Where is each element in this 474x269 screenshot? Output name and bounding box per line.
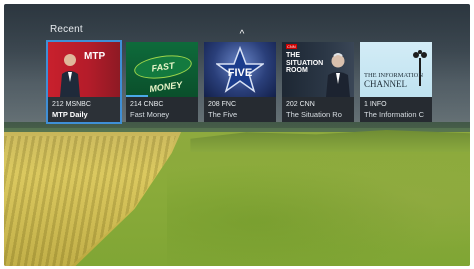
channel-number: 212 MSNBC [52, 101, 91, 108]
channel-card-msnbc[interactable]: MTP 212 MSNBC MTP Daily [46, 40, 122, 124]
show-logo: THE SITUATION ROOM [286, 52, 323, 75]
card-caption: 1 INFO The Information C [360, 97, 432, 122]
show-title: The Situation Ro [286, 110, 342, 119]
channel-number: 214 CNBC [130, 101, 164, 108]
channel-number: 208 FNC [208, 101, 237, 108]
tv-screen: Recent ^ MTP 212 MSNBC MTP Daily FAST MO… [4, 4, 470, 266]
show-title: Fast Money [130, 110, 170, 119]
recent-channels-row: MTP 212 MSNBC MTP Daily FAST MONEY 214 C… [46, 40, 470, 126]
channel-number: 202 CNN [286, 101, 315, 108]
channel-card-info[interactable]: THE INFORMATION CHANNEL 1 INFO The Infor… [360, 42, 432, 122]
background-grass-texture [167, 154, 470, 266]
star-logo-icon: FIVE [216, 46, 264, 93]
anchor-person-image [60, 54, 80, 97]
anchor-person-image [326, 53, 350, 97]
show-logo-line: ROOM [286, 67, 308, 74]
thumbnail-msnbc: MTP [48, 42, 120, 97]
channel-card-cnbc[interactable]: FAST MONEY 214 CNBC Fast Money [126, 42, 198, 122]
show-title: MTP Daily [52, 110, 88, 119]
show-logo-line: THE [286, 52, 300, 59]
show-logo-line: SITUATION [286, 59, 324, 67]
thumbnail-info: THE INFORMATION CHANNEL [360, 42, 432, 97]
show-logo: MTP [84, 51, 106, 62]
show-logo-line: CHANNEL [364, 79, 407, 89]
thumbnail-cnbc: FAST MONEY [126, 42, 198, 97]
card-caption: 212 MSNBC MTP Daily [48, 97, 120, 122]
card-caption: 202 CNN The Situation Ro [282, 97, 354, 122]
show-title: The Five [208, 110, 238, 119]
section-title: Recent [50, 24, 83, 35]
chevron-up-icon[interactable]: ^ [237, 30, 247, 40]
card-caption: 214 CNBC Fast Money [126, 97, 198, 122]
thumbnail-fnc: FIVE [204, 42, 276, 97]
network-badge: CNN [286, 44, 297, 49]
thumbnail-cnn: CNN THE SITUATION ROOM [282, 42, 354, 97]
channel-number: 1 INFO [364, 101, 387, 108]
channel-card-cnn[interactable]: CNN THE SITUATION ROOM 202 CNN The Situa… [282, 42, 354, 122]
show-title: The Information C [364, 110, 425, 119]
show-logo: THE INFORMATION CHANNEL [364, 72, 423, 89]
channel-card-fnc[interactable]: FIVE 208 FNC The Five [204, 42, 276, 122]
show-logo: FIVE [228, 67, 252, 79]
card-caption: 208 FNC The Five [204, 97, 276, 122]
show-logo: FAST MONEY [132, 52, 194, 94]
